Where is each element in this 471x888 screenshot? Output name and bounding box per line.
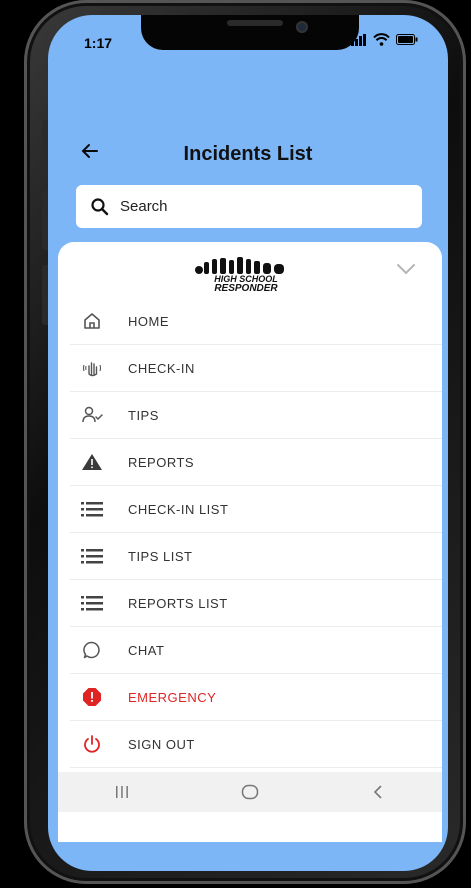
warning-icon (82, 454, 102, 470)
home-circle-icon (241, 784, 259, 800)
search-input[interactable] (118, 197, 402, 216)
screen: 1:17 Incidents List Search HIGH SCHOOL R… (48, 15, 448, 871)
wifi-icon (373, 33, 390, 46)
notch (141, 15, 359, 50)
wave-hand-icon (82, 362, 102, 377)
home-icon (84, 313, 100, 329)
logo-line2: RESPONDER (214, 283, 278, 294)
logo: HIGH SCHOOL RESPONDER (195, 257, 284, 294)
menu-item-check-in-list[interactable]: CHECK-IN LIST (70, 486, 442, 533)
list-icon (81, 502, 103, 517)
menu-item-label: TIPS LIST (128, 548, 193, 564)
menu-item-label: EMERGENCY (128, 689, 217, 705)
menu-item-tips-list[interactable]: TIPS LIST (70, 533, 442, 580)
back-button[interactable] (348, 777, 408, 807)
speaker (227, 20, 283, 26)
user-check-icon (82, 406, 103, 423)
android-nav-bar (58, 772, 442, 812)
recent-apps-icon (116, 786, 128, 798)
menu-item-label: TIPS (128, 407, 159, 423)
menu-item-label: CHAT (128, 642, 165, 658)
menu-panel: HIGH SCHOOL RESPONDER HOME CHECK-IN TIPS… (58, 242, 442, 842)
menu-item-label: REPORTS LIST (128, 595, 228, 611)
menu-item-sign-out[interactable]: SIGN OUT (70, 721, 442, 768)
recent-apps-button[interactable] (92, 777, 152, 807)
menu-item-check-in[interactable]: CHECK-IN (70, 345, 442, 392)
menu-item-home[interactable]: HOME (70, 298, 442, 345)
list-icon (81, 549, 103, 564)
menu-item-chat[interactable]: CHAT (70, 627, 442, 674)
menu-item-label: REPORTS (128, 454, 195, 470)
side-menu: HOME CHECK-IN TIPS REPORTS CHECK-IN LIST… (70, 298, 442, 768)
menu-item-reports[interactable]: REPORTS (70, 439, 442, 486)
menu-item-reports-list[interactable]: REPORTS LIST (70, 580, 442, 627)
back-chevron-icon (373, 785, 382, 799)
menu-item-label: HOME (128, 313, 169, 329)
menu-item-label: SIGN OUT (128, 736, 195, 752)
search-bar (76, 185, 422, 228)
list-icon (81, 596, 103, 611)
status-time: 1:17 (84, 35, 113, 51)
menu-item-label: CHECK-IN LIST (128, 501, 229, 517)
battery-icon (396, 34, 418, 45)
menu-item-tips[interactable]: TIPS (70, 392, 442, 439)
chevron-down-icon[interactable] (396, 262, 416, 276)
power-icon (84, 735, 100, 753)
camera (296, 21, 308, 33)
emergency-octagon-icon (83, 688, 101, 706)
header: Incidents List (48, 141, 448, 171)
chat-bubble-icon (83, 641, 100, 659)
menu-item-label: CHECK-IN (128, 360, 195, 376)
page-title: Incidents List (183, 143, 313, 165)
search-icon (91, 197, 109, 215)
home-button[interactable] (220, 777, 280, 807)
menu-item-emergency[interactable]: EMERGENCY (70, 674, 442, 721)
signal-icon (351, 33, 366, 46)
status-icons (351, 33, 418, 46)
